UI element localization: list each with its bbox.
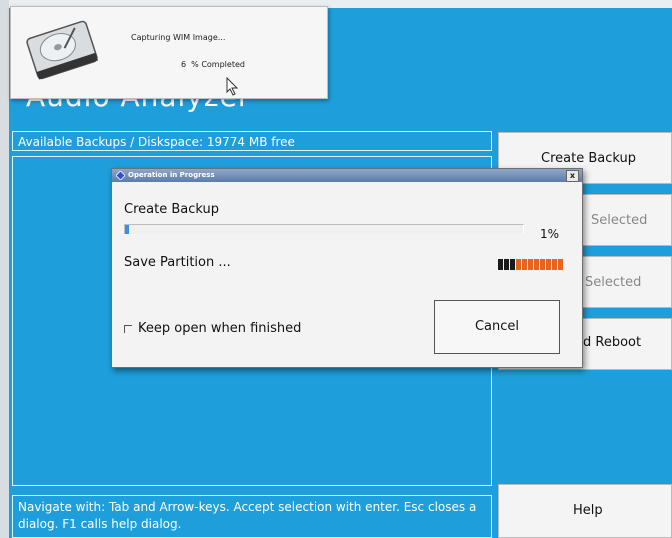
keep-open-checkbox-row[interactable]: Keep open when finished <box>124 321 301 336</box>
backups-header: Available Backups / Diskspace: 19774 MB … <box>12 131 492 151</box>
activity-segment <box>498 259 503 270</box>
delete-selected-label: Selected <box>585 275 642 290</box>
activity-segment <box>540 259 545 270</box>
activity-segment <box>528 259 533 270</box>
cancel-button[interactable]: Cancel <box>434 300 560 354</box>
operation-in-progress-dialog: Operation in Progress x Create Backup 1%… <box>111 168 583 368</box>
dialog-title-bar[interactable]: Operation in Progress x <box>112 169 582 182</box>
wim-capture-popup: Capturing WIM Image... 6 % Completed <box>10 6 328 99</box>
progress-percent: 1% <box>540 227 560 241</box>
mouse-cursor-icon <box>226 77 239 96</box>
close-icon[interactable]: x <box>566 170 579 182</box>
screen-bezel-left <box>0 0 9 538</box>
progress-bar <box>124 224 524 234</box>
current-step-label: Save Partition ... <box>124 255 231 270</box>
progress-bar-fill <box>125 225 129 234</box>
dialog-title: Operation in Progress <box>128 171 215 179</box>
app-icon <box>116 171 125 180</box>
keep-open-label: Keep open when finished <box>138 321 302 336</box>
activity-segment <box>534 259 539 270</box>
wim-progress-text: 6 % Completed <box>181 60 245 69</box>
wim-title: Capturing WIM Image... <box>131 33 226 42</box>
hard-drive-icon <box>26 20 98 80</box>
activity-segment <box>558 259 563 270</box>
restore-selected-label: Selected <box>591 213 648 228</box>
help-label: Help <box>573 503 603 518</box>
activity-segment <box>522 259 527 270</box>
activity-segment <box>546 259 551 270</box>
status-bar: Navigate with: Tab and Arrow-keys. Accep… <box>12 495 492 538</box>
create-backup-label: Create Backup <box>541 151 636 166</box>
keep-open-checkbox[interactable] <box>124 324 132 333</box>
activity-segment <box>510 259 515 270</box>
activity-segment <box>504 259 509 270</box>
exit-and-reboot-label: d Reboot <box>583 335 642 350</box>
activity-segment <box>516 259 521 270</box>
help-button[interactable]: Help <box>498 484 672 538</box>
activity-segment <box>552 259 557 270</box>
dialog-task-label: Create Backup <box>124 202 219 217</box>
activity-indicator <box>498 259 563 270</box>
